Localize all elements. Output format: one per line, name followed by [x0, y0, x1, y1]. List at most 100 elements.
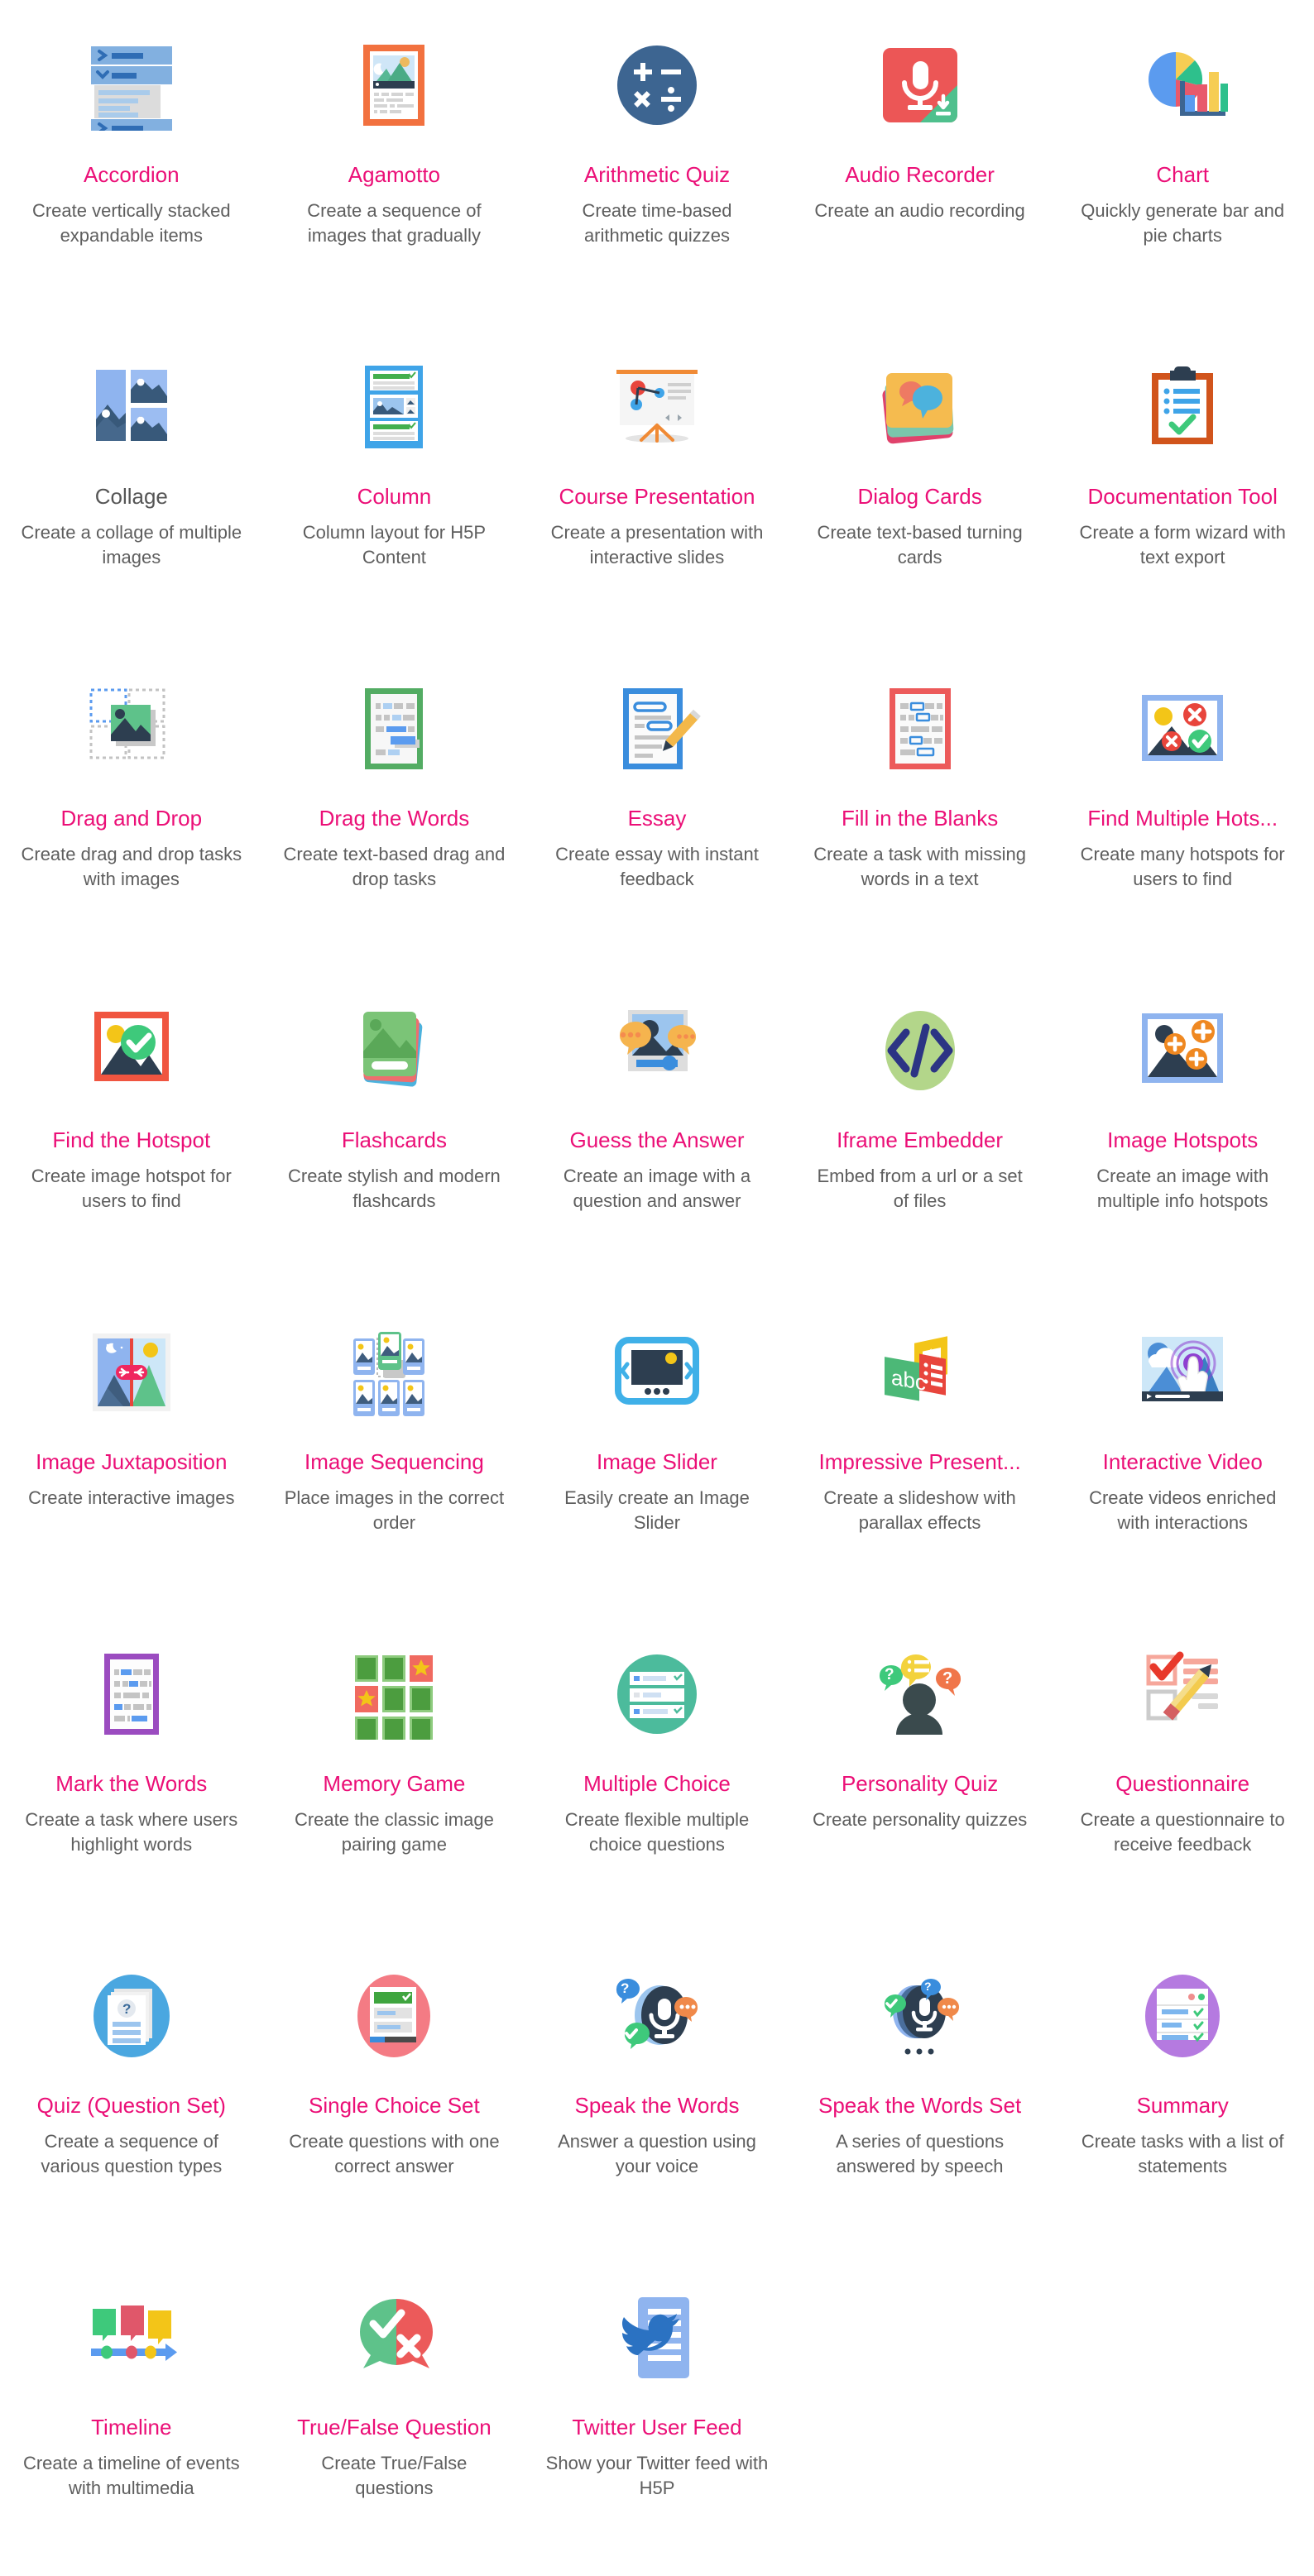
documentation-tool-icon[interactable]	[1109, 333, 1256, 481]
content-type-card[interactable]: Interactive Video Create videos enriched …	[1051, 1287, 1314, 1609]
content-type-title[interactable]: Speak the Words	[575, 2093, 740, 2118]
quiz-question-set-icon[interactable]: ?	[58, 1942, 205, 2090]
multiple-choice-icon[interactable]	[583, 1621, 731, 1768]
content-type-card[interactable]: Column Column layout for H5P Content	[263, 322, 526, 644]
flashcards-icon[interactable]	[320, 977, 468, 1124]
content-type-card[interactable]: Chart Quickly generate bar and pie charts	[1051, 0, 1314, 322]
content-type-card[interactable]: Course Presentation Create a presentation…	[525, 322, 789, 644]
content-type-card[interactable]: Image Sequencing Place images in the corr…	[263, 1287, 526, 1609]
content-type-title[interactable]: Questionnaire	[1115, 1771, 1249, 1796]
content-type-title[interactable]: Accordion	[84, 162, 180, 187]
speak-the-words-icon[interactable]: ?	[583, 1942, 731, 2090]
content-type-card[interactable]: Flashcards Create stylish and modern flas…	[263, 965, 526, 1287]
content-type-card[interactable]: Find Multiple Hots... Create many hotspot…	[1051, 644, 1314, 965]
find-multiple-hotspots-icon[interactable]	[1109, 655, 1256, 802]
content-type-title[interactable]: Interactive Video	[1103, 1449, 1263, 1474]
content-type-card[interactable]: Accordion Create vertically stacked expan…	[0, 0, 263, 322]
arithmetic-quiz-icon[interactable]	[583, 12, 731, 159]
content-type-card[interactable]: abc Impressive Present... Create a slides…	[789, 1287, 1052, 1609]
find-the-hotspot-icon[interactable]	[58, 977, 205, 1124]
twitter-user-feed-icon[interactable]	[583, 2264, 731, 2411]
speak-the-words-set-icon[interactable]: ?	[846, 1942, 994, 2090]
content-type-card[interactable]: Find the Hotspot Create image hotspot for…	[0, 965, 263, 1287]
interactive-video-icon[interactable]	[1109, 1299, 1256, 1446]
content-type-title[interactable]: Guess the Answer	[569, 1128, 744, 1152]
drag-and-drop-icon[interactable]	[58, 655, 205, 802]
content-type-card[interactable]: Single Choice Set Create questions with o…	[263, 1931, 526, 2253]
essay-icon[interactable]	[583, 655, 731, 802]
content-type-title[interactable]: Find Multiple Hots...	[1087, 806, 1278, 831]
summary-icon[interactable]	[1109, 1942, 1256, 2090]
content-type-card[interactable]: Questionnaire Create a questionnaire to r…	[1051, 1609, 1314, 1931]
content-type-title[interactable]: Fill in the Blanks	[842, 806, 998, 831]
content-type-title[interactable]: Mark the Words	[55, 1771, 207, 1796]
content-type-card[interactable]: Collage Create a collage of multiple imag…	[0, 322, 263, 644]
content-type-title[interactable]: Chart	[1156, 162, 1209, 187]
content-type-title[interactable]: Find the Hotspot	[52, 1128, 210, 1152]
content-type-title[interactable]: Twitter User Feed	[572, 2415, 741, 2440]
content-type-card[interactable]: Arithmetic Quiz Create time-based arithme…	[525, 0, 789, 322]
content-type-card[interactable]: Documentation Tool Create a form wizard w…	[1051, 322, 1314, 644]
content-type-title[interactable]: Audio Recorder	[845, 162, 995, 187]
column-icon[interactable]	[320, 333, 468, 481]
content-type-card[interactable]: Guess the Answer Create an image with a q…	[525, 965, 789, 1287]
course-presentation-icon[interactable]	[583, 333, 731, 481]
content-type-title[interactable]: Image Juxtaposition	[36, 1449, 227, 1474]
content-type-title[interactable]: Drag and Drop	[61, 806, 203, 831]
fill-in-the-blanks-icon[interactable]	[846, 655, 994, 802]
content-type-card[interactable]: ? Speak the Words Set A series of questio…	[789, 1931, 1052, 2253]
guess-the-answer-icon[interactable]	[583, 977, 731, 1124]
content-type-title[interactable]: Image Slider	[597, 1449, 717, 1474]
content-type-title[interactable]: Multiple Choice	[583, 1771, 731, 1796]
content-type-title[interactable]: Speak the Words Set	[818, 2093, 1021, 2118]
content-type-title[interactable]: Impressive Present...	[818, 1449, 1020, 1474]
collage-icon[interactable]	[58, 333, 205, 481]
content-type-card[interactable]: Summary Create tasks with a list of state…	[1051, 1931, 1314, 2253]
image-juxtaposition-icon[interactable]	[58, 1299, 205, 1446]
content-type-title[interactable]: Course Presentation	[559, 484, 755, 509]
chart-icon[interactable]	[1109, 12, 1256, 159]
content-type-title[interactable]: Documentation Tool	[1088, 484, 1278, 509]
content-type-card[interactable]: Iframe Embedder Embed from a url or a set…	[789, 965, 1052, 1287]
questionnaire-icon[interactable]	[1109, 1621, 1256, 1768]
image-sequencing-icon[interactable]	[320, 1299, 468, 1446]
mark-the-words-icon[interactable]	[58, 1621, 205, 1768]
agamotto-icon[interactable]	[320, 12, 468, 159]
content-type-title[interactable]: Single Choice Set	[309, 2093, 480, 2118]
content-type-card[interactable]: Image Slider Easily create an Image Slide…	[525, 1287, 789, 1609]
content-type-card[interactable]: Memory Game Create the classic image pair…	[263, 1609, 526, 1931]
content-type-title[interactable]: Agamotto	[348, 162, 440, 187]
personality-quiz-icon[interactable]: ? ?	[846, 1621, 994, 1768]
content-type-card[interactable]: Audio Recorder Create an audio recording	[789, 0, 1052, 322]
audio-recorder-icon[interactable]	[846, 12, 994, 159]
content-type-card[interactable]: Multiple Choice Create flexible multiple …	[525, 1609, 789, 1931]
content-type-title[interactable]: Image Sequencing	[305, 1449, 484, 1474]
dialog-cards-icon[interactable]	[846, 333, 994, 481]
content-type-card[interactable]: Dialog Cards Create text-based turning ca…	[789, 322, 1052, 644]
image-hotspots-icon[interactable]	[1109, 977, 1256, 1124]
content-type-card[interactable]: True/False Question Create True/False que…	[263, 2253, 526, 2574]
timeline-icon[interactable]	[58, 2264, 205, 2411]
content-type-card[interactable]: Mark the Words Create a task where users …	[0, 1609, 263, 1931]
content-type-card[interactable]: Fill in the Blanks Create a task with mis…	[789, 644, 1052, 965]
image-slider-icon[interactable]	[583, 1299, 731, 1446]
content-type-card[interactable]: Drag the Words Create text-based drag and…	[263, 644, 526, 965]
content-type-title[interactable]: Flashcards	[342, 1128, 447, 1152]
true-false-question-icon[interactable]	[320, 2264, 468, 2411]
content-type-title[interactable]: Image Hotspots	[1107, 1128, 1258, 1152]
content-type-card[interactable]: Image Hotspots Create an image with multi…	[1051, 965, 1314, 1287]
content-type-title[interactable]: Summary	[1137, 2093, 1229, 2118]
content-type-card[interactable]: Essay Create essay with instant feedback	[525, 644, 789, 965]
content-type-title[interactable]: True/False Question	[297, 2415, 492, 2440]
content-type-title[interactable]: Memory Game	[323, 1771, 465, 1796]
content-type-title[interactable]: Drag the Words	[319, 806, 470, 831]
drag-the-words-icon[interactable]	[320, 655, 468, 802]
content-type-card[interactable]: Twitter User Feed Show your Twitter feed …	[525, 2253, 789, 2574]
content-type-title[interactable]: Personality Quiz	[842, 1771, 998, 1796]
content-type-card[interactable]: Agamotto Create a sequence of images that…	[263, 0, 526, 322]
content-type-title[interactable]: Dialog Cards	[857, 484, 981, 509]
single-choice-set-icon[interactable]	[320, 1942, 468, 2090]
accordion-icon[interactable]	[58, 12, 205, 159]
memory-game-icon[interactable]	[320, 1621, 468, 1768]
content-type-title[interactable]: Column	[357, 484, 432, 509]
